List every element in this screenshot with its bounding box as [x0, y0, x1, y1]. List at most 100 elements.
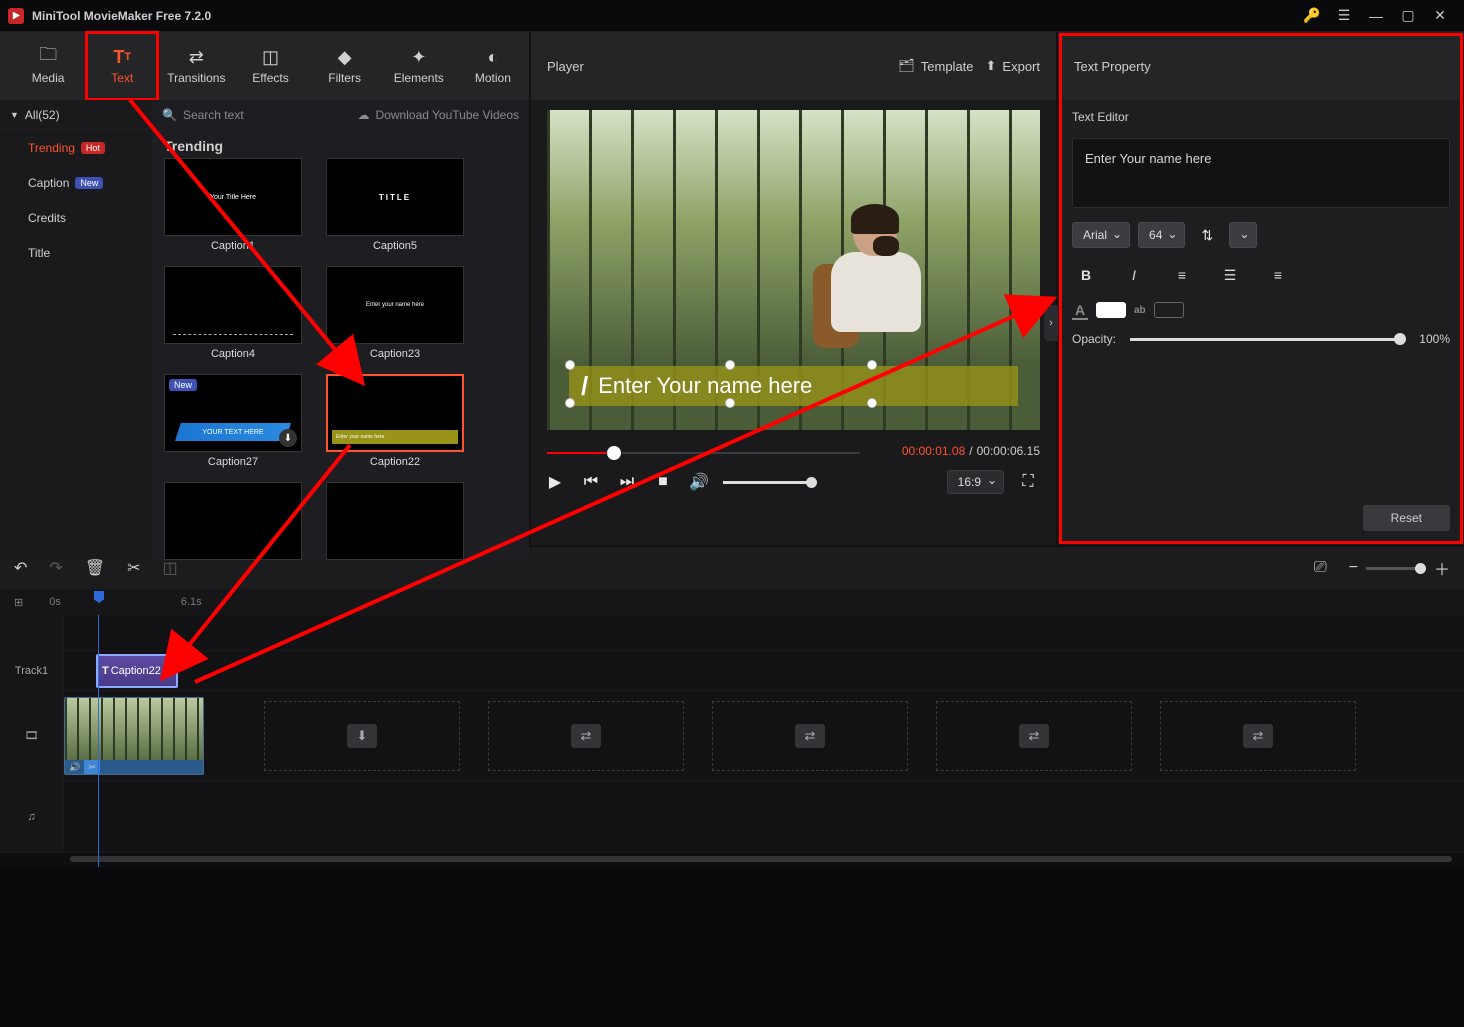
timeline-horizontal-scrollbar[interactable]: [0, 853, 1464, 867]
seek-bar[interactable]: 00:00:01.08 / 00:00:06.15: [547, 438, 1040, 458]
selection-handle[interactable]: [867, 360, 877, 370]
add-media-button[interactable]: ⇄: [795, 724, 825, 748]
redo-button[interactable]: ↷: [49, 558, 62, 578]
playhead-line[interactable]: [98, 615, 99, 867]
align-right-button[interactable]: ≡: [1264, 262, 1292, 288]
video-preview[interactable]: / Enter Your name here: [547, 110, 1040, 430]
play-button[interactable]: ▶: [543, 470, 567, 494]
line-spacing-button[interactable]: ⇅: [1193, 222, 1221, 248]
minimize-icon[interactable]: —: [1360, 0, 1392, 32]
text-thumbnail-panel: 🔍 Search text ☁ Download YouTube Videos …: [152, 100, 529, 560]
text-thumb-extra[interactable]: [326, 482, 464, 560]
video-clip[interactable]: 🔊 ✂: [64, 697, 204, 775]
text-thumb-caption4-label: Caption4: [211, 348, 255, 360]
split-button[interactable]: ✂: [127, 558, 140, 578]
maximize-icon[interactable]: ▢: [1392, 0, 1424, 32]
text-property-header: Text Property: [1074, 59, 1151, 74]
collapse-panel-button[interactable]: ›: [1044, 305, 1058, 341]
reset-button[interactable]: Reset: [1363, 505, 1450, 531]
add-media-button[interactable]: ⬇: [347, 724, 377, 748]
undo-button[interactable]: ↶: [14, 558, 27, 578]
timeline-tracks[interactable]: Track1 T Caption22 🎞 🔊 ✂ ⬇ ⇄ ⇄ ⇄ ⇄: [0, 615, 1464, 867]
template-button[interactable]: 🗂 Template: [898, 58, 973, 74]
delete-button[interactable]: 🗑: [85, 558, 105, 578]
text-thumb-caption22[interactable]: Enter your name here: [326, 374, 464, 452]
text-thumb-caption4[interactable]: [164, 266, 302, 344]
download-youtube-button[interactable]: ☁ Download YouTube Videos: [358, 108, 519, 122]
more-options-dropdown[interactable]: [1229, 222, 1257, 248]
search-input[interactable]: 🔍 Search text: [162, 108, 350, 122]
audio-track-icon[interactable]: ♫: [0, 781, 64, 852]
volume-icon[interactable]: 🔊: [687, 470, 711, 494]
selection-handle[interactable]: [565, 360, 575, 370]
seek-thumb[interactable]: [607, 446, 621, 460]
italic-button[interactable]: I: [1120, 262, 1148, 288]
text-thumb-caption27[interactable]: New YOUR TEXT HERE ⬇: [164, 374, 302, 452]
toolbar-effects[interactable]: ◫ Effects: [234, 32, 306, 100]
text-color-swatch[interactable]: [1096, 302, 1126, 318]
text-editor-input[interactable]: Enter Your name here: [1072, 138, 1450, 208]
stop-button[interactable]: ■: [651, 470, 675, 494]
new-badge: New: [75, 177, 103, 189]
fullscreen-button[interactable]: ⛶: [1016, 470, 1040, 494]
add-media-button[interactable]: ⇄: [571, 724, 601, 748]
category-caption[interactable]: Caption New: [0, 165, 152, 200]
add-media-button[interactable]: ⇄: [1243, 724, 1273, 748]
close-icon[interactable]: ✕: [1424, 0, 1456, 32]
text-thumb-extra[interactable]: [164, 482, 302, 560]
zoom-out-button[interactable]: −: [1349, 559, 1358, 577]
text-thumb-caption1[interactable]: Your Title Here: [164, 158, 302, 236]
align-center-button[interactable]: ☰: [1216, 262, 1244, 288]
upgrade-key-icon[interactable]: 🔑: [1296, 0, 1328, 32]
playhead-marker[interactable]: [94, 591, 104, 603]
selection-handle[interactable]: [565, 398, 575, 408]
prev-frame-button[interactable]: ⏮: [579, 470, 603, 494]
bold-button[interactable]: B: [1072, 262, 1100, 288]
zoom-slider[interactable]: [1366, 567, 1426, 570]
volume-slider[interactable]: [723, 481, 813, 484]
toolbar-motion[interactable]: ◐ Motion: [457, 32, 529, 100]
align-left-button[interactable]: ≡: [1168, 262, 1196, 288]
font-family-select[interactable]: Arial: [1072, 222, 1130, 248]
preview-subject: [823, 206, 943, 386]
effects-icon: ◫: [259, 47, 281, 67]
category-trending[interactable]: Trending Hot: [0, 130, 152, 165]
next-frame-button[interactable]: ⏭: [615, 470, 639, 494]
caption-overlay[interactable]: / Enter Your name here: [569, 366, 1018, 406]
crop-button[interactable]: ◫: [163, 558, 178, 578]
download-icon[interactable]: ⬇: [279, 429, 297, 447]
text-thumb-caption23[interactable]: Enter your name here: [326, 266, 464, 344]
track1-label[interactable]: Track1: [0, 651, 64, 690]
add-media-button[interactable]: ⇄: [1019, 724, 1049, 748]
text-thumb-caption5[interactable]: TITLE: [326, 158, 464, 236]
background-color-swatch[interactable]: [1154, 302, 1184, 318]
aspect-ratio-select[interactable]: 16:9: [947, 470, 1004, 494]
selection-handle[interactable]: [725, 398, 735, 408]
category-all[interactable]: ▼ All(52): [0, 100, 152, 130]
search-icon: 🔍: [162, 108, 177, 122]
timeline-ruler[interactable]: ⊞ 0s 6.1s: [0, 589, 1464, 615]
toolbar-media[interactable]: 🗀 Media: [12, 32, 84, 100]
toolbar-elements[interactable]: ✦ Elements: [383, 32, 455, 100]
zoom-in-button[interactable]: ＋: [1434, 556, 1450, 580]
hamburger-menu-icon[interactable]: ☰: [1328, 0, 1360, 32]
category-credits[interactable]: Credits: [0, 200, 152, 235]
text-clip-caption22[interactable]: T Caption22: [96, 654, 178, 688]
video-track-icon[interactable]: 🎞: [0, 691, 64, 780]
selection-handle[interactable]: [725, 360, 735, 370]
text-thumb-caption27-label: Caption27: [208, 456, 258, 468]
font-size-select[interactable]: 64: [1138, 222, 1185, 248]
zoom-fit-icon[interactable]: ⎚: [1314, 559, 1327, 577]
export-button[interactable]: ⬆ Export: [986, 58, 1040, 74]
category-title[interactable]: Title: [0, 235, 152, 270]
category-all-label: All(52): [25, 108, 60, 122]
category-title-label: Title: [28, 246, 50, 260]
toolbar-filters[interactable]: ◆ Filters: [309, 32, 381, 100]
opacity-slider[interactable]: [1130, 338, 1405, 341]
selection-handle[interactable]: [867, 398, 877, 408]
toolbar-text[interactable]: TT Text: [86, 32, 158, 100]
toolbar-transitions[interactable]: ⇄ Transitions: [160, 32, 232, 100]
add-track-icon[interactable]: ⊞: [14, 596, 23, 609]
thumbnail-grid[interactable]: Your Title Here Caption1 TITLE Caption5 …: [152, 158, 529, 560]
main-toolbar: 🗀 Media TT Text ⇄ Transitions ◫ Effects …: [0, 32, 529, 100]
